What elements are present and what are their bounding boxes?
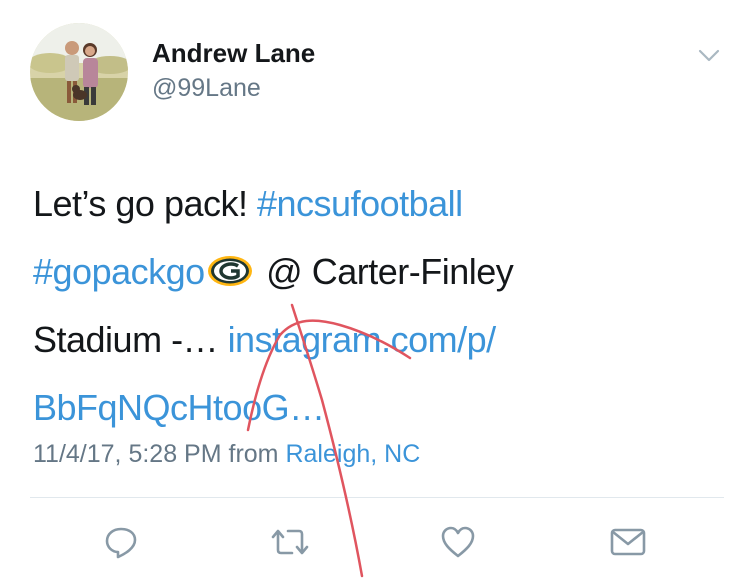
timestamp[interactable]: 11/4/17, 5:28 PM (33, 440, 222, 468)
tweet-text-segment: @ Carter-Finley (256, 251, 514, 292)
tweet-line-2: #gopackgo @ Carter-Finley (33, 238, 723, 306)
direct-message-icon (609, 526, 647, 563)
tweet-line-4: BbFqNQcHtooG… (33, 374, 723, 442)
like-icon (439, 524, 477, 565)
reply-icon (103, 524, 139, 565)
tweet-text-segment: Let’s go pack! (33, 183, 257, 224)
retweet-icon (270, 524, 310, 565)
tweet-meta: 11/4/17, 5:28 PM from Raleigh, NC (33, 440, 420, 469)
display-name[interactable]: Andrew Lane (152, 38, 315, 69)
hashtag-gopackgo[interactable]: #gopackgo (33, 251, 205, 292)
user-handle[interactable]: @99Lane (152, 74, 261, 103)
location-link[interactable]: Raleigh, NC (285, 440, 420, 468)
tweet-text-segment: Stadium -… (33, 319, 228, 360)
tweet-card: Andrew Lane @99Lane Let’s go pack! #ncsu… (0, 0, 750, 579)
direct-message-button[interactable] (606, 522, 650, 566)
like-button[interactable] (436, 522, 480, 566)
tweet-line-1: Let’s go pack! #ncsufootball (33, 170, 723, 238)
tweet-line-3: Stadium -… instagram.com/p/ (33, 306, 723, 374)
avatar[interactable] (30, 23, 128, 121)
instagram-link-part2[interactable]: BbFqNQcHtooG… (33, 387, 325, 428)
from-label: from (221, 440, 286, 468)
instagram-link-part1[interactable]: instagram.com/p/ (228, 319, 497, 360)
tweet-text: Let’s go pack! #ncsufootball #gopackgo @… (33, 170, 723, 442)
hashtag-ncsufootball[interactable]: #ncsufootball (257, 183, 463, 224)
action-bar (0, 522, 750, 566)
packers-logo-icon (207, 241, 253, 309)
reply-button[interactable] (99, 522, 143, 566)
retweet-button[interactable] (268, 522, 312, 566)
divider (30, 497, 724, 498)
chevron-down-icon[interactable] (694, 40, 724, 70)
